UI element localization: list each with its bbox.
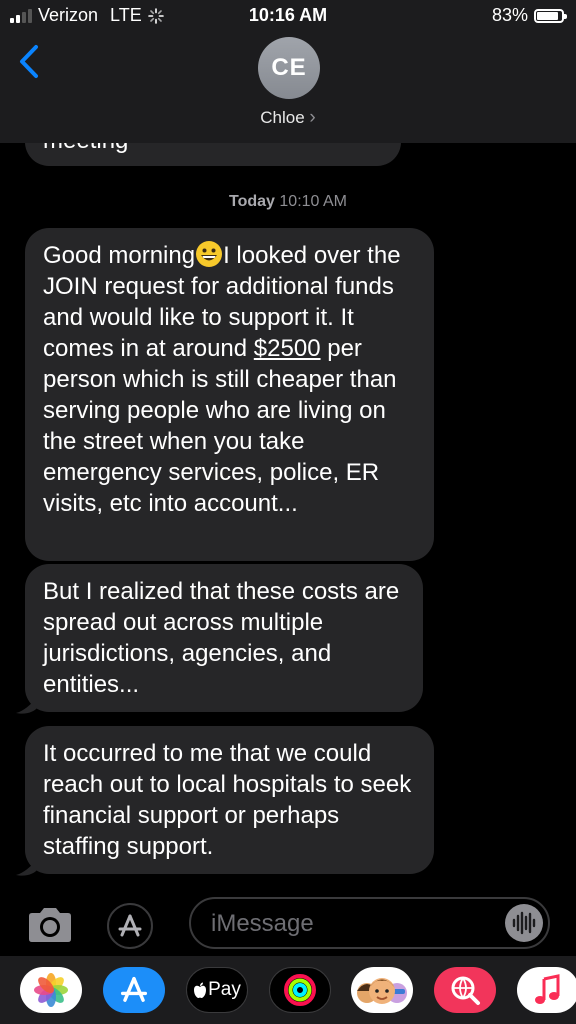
conversation-header: Verizon LTE 10:16 AM 83% CE Chloe › <box>0 0 576 143</box>
message-input-bar <box>0 888 576 956</box>
message-bubble[interactable]: But I realized that these costs are spre… <box>25 564 423 712</box>
message-text: per person which is still cheaper than s… <box>43 335 397 517</box>
music-app[interactable] <box>517 967 576 1013</box>
globe-search-icon <box>451 976 480 1005</box>
timestamp-time: 10:10 AM <box>279 193 347 210</box>
contact-name-button[interactable]: Chloe › <box>0 107 576 129</box>
message-input[interactable] <box>209 899 493 949</box>
contact-avatar[interactable]: CE <box>258 37 320 99</box>
contact-name: Chloe <box>260 108 305 127</box>
message-text: It occurred to me that we could reach ou… <box>43 740 412 860</box>
status-bar-right: 83% <box>491 5 567 26</box>
chevron-left-icon[interactable] <box>16 42 46 82</box>
apps-button[interactable] <box>107 903 153 949</box>
app-store-icon <box>118 914 142 937</box>
music-note-icon <box>535 974 560 1004</box>
message-bubble[interactable]: Good morning I looked over the JOIN requ… <box>25 228 434 561</box>
apple-pay-app[interactable]: Pay <box>186 967 248 1013</box>
imessage-field[interactable] <box>189 897 550 949</box>
search-images-app[interactable] <box>434 967 496 1013</box>
waveform-icon <box>512 911 536 935</box>
app-store-icon <box>120 976 148 1002</box>
photos-icon <box>34 973 68 1007</box>
app-drawer: Pay <box>0 956 576 1024</box>
camera-icon[interactable] <box>25 906 75 944</box>
audio-message-button[interactable] <box>505 904 543 942</box>
message-timestamp: Today 10:10 AM <box>0 193 576 211</box>
status-time: 10:16 AM <box>248 5 328 25</box>
bubble-tail <box>16 859 38 876</box>
amount-link[interactable]: $2500 <box>254 335 321 362</box>
activity-rings-icon <box>284 974 316 1006</box>
message-bubble[interactable]: It occurred to me that we could reach ou… <box>25 726 434 874</box>
message-text: But I realized that these costs are spre… <box>43 578 400 698</box>
chevron-right-icon: › <box>309 107 316 128</box>
memoji-icon <box>357 978 407 1004</box>
bubble-tail <box>16 697 38 714</box>
apple-pay-label: Pay <box>208 979 241 1000</box>
message-list[interactable]: meeting Today 10:10 AM Good morning I lo… <box>0 0 576 1024</box>
battery-percentage: 83% <box>491 5 528 25</box>
memoji-app[interactable] <box>351 967 413 1013</box>
app-store-app[interactable] <box>103 967 165 1013</box>
apple-pay-icon <box>194 982 207 998</box>
activity-app[interactable] <box>269 967 331 1013</box>
battery-icon <box>534 8 567 23</box>
photos-app[interactable] <box>20 967 82 1013</box>
timestamp-day: Today <box>229 193 275 210</box>
message-text: Good morning <box>43 242 196 269</box>
avatar-initials: CE <box>271 54 307 81</box>
grinning-face-emoji <box>196 241 223 267</box>
